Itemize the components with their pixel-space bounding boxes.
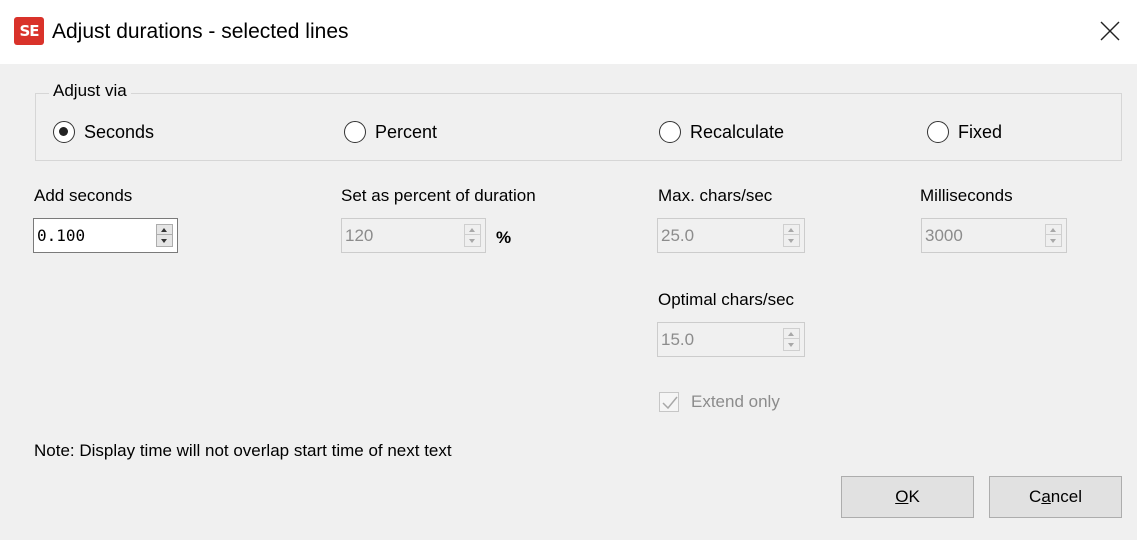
milliseconds-stepper: 3000 bbox=[921, 218, 1067, 253]
spin-up-down-icon bbox=[783, 224, 800, 247]
radio-recalculate[interactable]: Recalculate bbox=[659, 119, 784, 145]
radio-button-icon bbox=[344, 121, 366, 143]
max-chars-sec-value: 25.0 bbox=[661, 226, 695, 245]
cancel-label-rest: ncel bbox=[1050, 487, 1082, 506]
radio-seconds-label: Seconds bbox=[84, 121, 155, 142]
percent-label: Set as percent of duration bbox=[341, 186, 536, 205]
add-seconds-stepper[interactable]: 0.100 bbox=[33, 218, 178, 253]
radio-button-icon bbox=[53, 121, 75, 143]
cancel-label-pre: C bbox=[1029, 487, 1042, 506]
close-button[interactable] bbox=[1087, 8, 1133, 54]
cancel-button[interactable]: Cancel bbox=[989, 476, 1122, 518]
title-bar[interactable]: SE Adjust durations - selected lines bbox=[0, 0, 1137, 64]
radio-fixed-label: Fixed bbox=[958, 121, 1003, 142]
optimal-chars-sec-value: 15.0 bbox=[661, 330, 695, 349]
add-seconds-label: Add seconds bbox=[34, 186, 133, 205]
spin-up-down-icon bbox=[464, 224, 481, 247]
adjust-via-legend: Adjust via bbox=[49, 80, 131, 102]
milliseconds-value: 3000 bbox=[925, 226, 963, 245]
milliseconds-label: Milliseconds bbox=[920, 186, 1013, 205]
radio-button-icon bbox=[927, 121, 949, 143]
spin-down-button[interactable] bbox=[157, 236, 172, 246]
app-icon: SE bbox=[14, 17, 44, 45]
add-seconds-value[interactable]: 0.100 bbox=[37, 219, 85, 252]
percent-stepper: 120 bbox=[341, 218, 486, 253]
radio-recalculate-label: Recalculate bbox=[690, 121, 785, 142]
optimal-chars-sec-label: Optimal chars/sec bbox=[658, 290, 795, 309]
ok-label-rest: K bbox=[908, 487, 920, 506]
extend-only-label: Extend only bbox=[691, 392, 780, 411]
radio-seconds[interactable]: Seconds bbox=[53, 119, 154, 145]
radio-button-icon bbox=[659, 121, 681, 143]
spin-up-down-icon bbox=[1045, 224, 1062, 247]
window-title: Adjust durations - selected lines bbox=[52, 20, 349, 43]
overlap-note: Note: Display time will not overlap star… bbox=[34, 441, 452, 460]
cancel-mnemonic: a bbox=[1041, 487, 1051, 506]
checkmark-icon bbox=[662, 396, 678, 410]
percent-unit: % bbox=[496, 228, 512, 247]
spin-up-down-icon bbox=[783, 328, 800, 351]
max-chars-sec-stepper: 25.0 bbox=[657, 218, 805, 253]
extend-only-checkbox: Extend only bbox=[659, 392, 780, 412]
spin-up-down-icon[interactable] bbox=[156, 224, 173, 247]
radio-percent[interactable]: Percent bbox=[344, 119, 437, 145]
percent-value: 120 bbox=[345, 226, 374, 245]
spin-up-button[interactable] bbox=[157, 225, 172, 235]
optimal-chars-sec-stepper: 15.0 bbox=[657, 322, 805, 357]
ok-button[interactable]: OK bbox=[841, 476, 974, 518]
checkbox-box bbox=[659, 392, 679, 412]
radio-fixed[interactable]: Fixed bbox=[927, 119, 1002, 145]
adjust-durations-dialog: SE Adjust durations - selected lines Adj… bbox=[0, 0, 1137, 540]
radio-percent-label: Percent bbox=[375, 121, 438, 142]
max-chars-sec-label: Max. chars/sec bbox=[658, 186, 773, 205]
ok-mnemonic: O bbox=[895, 487, 909, 506]
close-icon bbox=[1100, 21, 1120, 41]
